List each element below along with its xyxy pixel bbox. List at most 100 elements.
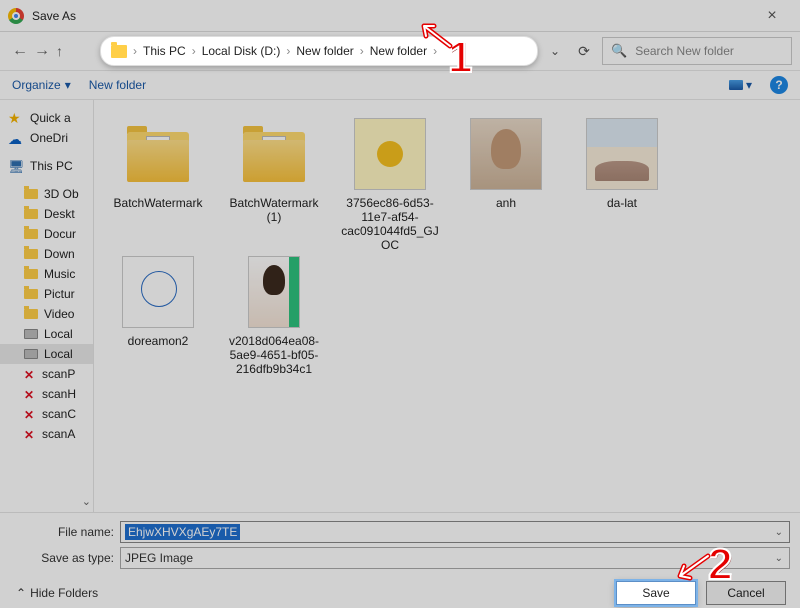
chevron-down-icon[interactable]: ⌄ — [775, 527, 785, 538]
folder-icon — [24, 189, 38, 199]
sidebar-item[interactable]: ★ Quick a — [0, 108, 93, 128]
file-tile[interactable]: 3756ec86-6d53-11e7-af54-cac091044fd5_GJO… — [336, 118, 444, 252]
file-tile[interactable]: BatchWatermark (1) — [220, 118, 328, 252]
image-thumb — [354, 118, 426, 190]
sidebar-item-label: Music — [44, 267, 75, 281]
close-icon[interactable]: × — [752, 7, 792, 25]
drive-icon — [24, 349, 38, 359]
folder-icon — [24, 309, 38, 319]
sidebar-item-label: scanH — [42, 387, 76, 401]
x-icon: ✕ — [24, 388, 36, 400]
address-row: ← → ↑ › This PC › Local Disk (D:) › New … — [0, 32, 800, 70]
file-tile[interactable]: BatchWatermark — [104, 118, 212, 252]
callout-1: 1 — [448, 33, 472, 83]
cloud-icon: ☁ — [8, 131, 24, 145]
sidebar-item[interactable]: ☁ OneDri — [0, 128, 93, 148]
breadcrumb-segment[interactable]: Local Disk (D:) — [202, 44, 281, 58]
file-label: v2018d064ea08-5ae9-4651-bf05-216dfb9b34c… — [222, 334, 326, 376]
nav-forward-icon[interactable]: → — [34, 42, 50, 60]
window-title: Save As — [32, 9, 752, 23]
chevron-down-icon: ⌄ — [775, 553, 785, 564]
save-as-type-label: Save as type: — [10, 551, 120, 565]
refresh-icon[interactable]: ⟳ — [572, 43, 596, 60]
sidebar-item-label: scanA — [42, 427, 75, 441]
file-tile[interactable]: doreamon2 — [104, 256, 212, 376]
sidebar-item[interactable]: Local — [0, 324, 93, 344]
file-label: 3756ec86-6d53-11e7-af54-cac091044fd5_GJO… — [338, 196, 442, 252]
x-icon: ✕ — [24, 368, 36, 380]
file-grid: BatchWatermark BatchWatermark (1) 3756ec86… — [94, 100, 800, 512]
folder-icon — [24, 229, 38, 239]
pc-icon: 🖥 — [8, 159, 24, 173]
sidebar-item[interactable]: Video — [0, 304, 93, 324]
nav-back-icon[interactable]: ← — [12, 42, 28, 60]
breadcrumb-sep: › — [360, 44, 364, 58]
folder-icon — [111, 45, 127, 58]
sidebar-item-label: 3D Ob — [44, 187, 79, 201]
file-tile[interactable]: v2018d064ea08-5ae9-4651-bf05-216dfb9b34c… — [220, 256, 328, 376]
save-button[interactable]: Save — [616, 581, 696, 605]
breadcrumb-segment[interactable]: New folder — [296, 44, 353, 58]
sidebar-expand-icon[interactable]: ⌄ — [82, 495, 91, 508]
sidebar-item-label: Docur — [44, 227, 76, 241]
chevron-down-icon: ▾ — [746, 78, 752, 92]
x-icon: ✕ — [24, 408, 36, 420]
search-input[interactable]: 🔍 Search New folder — [602, 37, 792, 65]
file-name-input[interactable]: EhjwXHVXgAEy7TE ⌄ — [120, 521, 790, 543]
breadcrumb-segment[interactable]: This PC — [143, 44, 186, 58]
breadcrumb-sep: › — [192, 44, 196, 58]
sidebar-item-label: Pictur — [44, 287, 75, 301]
image-thumb — [470, 118, 542, 190]
search-placeholder: Search New folder — [635, 44, 734, 58]
sidebar-item-label: Quick a — [30, 111, 71, 125]
sidebar-item[interactable]: Music — [0, 264, 93, 284]
organize-button[interactable]: Organize ▾ — [12, 78, 71, 92]
hide-folders-button[interactable]: ⌃ Hide Folders — [16, 586, 98, 600]
file-label: anh — [496, 196, 516, 228]
address-dropdown-icon[interactable]: ⌄ — [544, 44, 566, 58]
file-label: BatchWatermark (1) — [222, 196, 326, 228]
breadcrumb-sep: › — [133, 44, 137, 58]
sidebar-item-label: Deskt — [44, 207, 75, 221]
image-thumb — [122, 256, 194, 328]
sidebar-item[interactable]: Local — [0, 344, 93, 364]
file-tile[interactable]: anh — [452, 118, 560, 252]
sidebar-item[interactable]: 3D Ob — [0, 184, 93, 204]
sidebar-item[interactable]: Docur — [0, 224, 93, 244]
sidebar-item-label: This PC — [30, 159, 73, 173]
sidebar-item[interactable]: Pictur — [0, 284, 93, 304]
folder-icon — [24, 269, 38, 279]
file-name-label: File name: — [10, 525, 120, 539]
sidebar-item[interactable]: 🖥 This PC — [0, 156, 93, 176]
sidebar-item[interactable]: Deskt — [0, 204, 93, 224]
folder-icon — [24, 249, 38, 259]
file-name-value: EhjwXHVXgAEy7TE — [125, 524, 240, 540]
sidebar-item[interactable]: ✕ scanH — [0, 384, 93, 404]
new-folder-button[interactable]: New folder — [89, 78, 146, 92]
folder-icon — [24, 289, 38, 299]
drive-icon — [24, 329, 38, 339]
search-icon: 🔍 — [611, 43, 627, 59]
nav-up-icon[interactable]: ↑ — [56, 43, 63, 59]
star-icon: ★ — [8, 111, 24, 125]
sidebar-item[interactable]: ✕scanP — [0, 364, 93, 384]
toolbar: Organize ▾ New folder ▾ ? — [0, 70, 800, 100]
sidebar-item[interactable]: ✕scanA — [0, 424, 93, 444]
sidebar-item-label: OneDri — [30, 131, 68, 145]
sidebar: ★ Quick a ☁ OneDri 🖥 This PC 3D Ob Deskt Docur Do… — [0, 100, 94, 512]
sidebar-item-label: Local — [44, 327, 73, 341]
file-tile[interactable]: da-lat — [568, 118, 676, 252]
thumbnails-icon — [729, 80, 743, 90]
view-button[interactable]: ▾ — [729, 78, 752, 92]
breadcrumb-sep: › — [286, 44, 290, 58]
image-thumb — [586, 118, 658, 190]
breadcrumb-segment[interactable]: New folder — [370, 44, 427, 58]
sidebar-item-label: Local — [44, 347, 73, 361]
chevron-down-icon: ▾ — [65, 78, 71, 92]
help-button[interactable]: ? — [770, 76, 788, 94]
body: ★ Quick a ☁ OneDri 🖥 This PC 3D Ob Deskt Docur Do… — [0, 100, 800, 512]
sidebar-item-label: scanC — [42, 407, 76, 421]
sidebar-item[interactable]: Down — [0, 244, 93, 264]
nav-arrows: ← → ↑ — [8, 42, 94, 60]
sidebar-item[interactable]: ✕ scanC — [0, 404, 93, 424]
